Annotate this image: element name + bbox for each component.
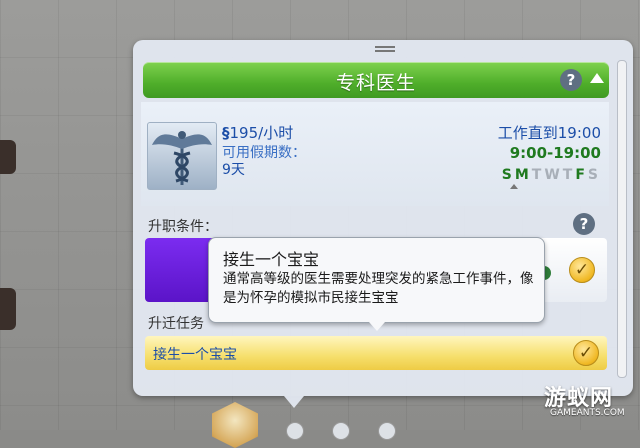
career-title: 专科医生 — [335, 72, 416, 94]
day-6: S — [587, 167, 601, 183]
promotion-tasks-label: 升迁任务 — [148, 316, 204, 332]
day-2: T — [531, 167, 545, 183]
promotion-task-text: 接生一个宝宝 — [153, 347, 237, 363]
work-days: SMTWTFS — [502, 167, 601, 183]
requirements-label: 升职条件： — [148, 219, 218, 235]
day-1: M — [514, 167, 532, 183]
career-header: 专科医生 ? — [143, 62, 609, 98]
drag-handle[interactable] — [375, 46, 395, 52]
tooltip-title: 接生一个宝宝 — [223, 250, 320, 269]
career-info: §195/小时 可用假期数： 9天 工作直到19:00 9:00-19:00 S… — [141, 102, 609, 206]
task-tooltip: 接生一个宝宝 通常高等级的医生需要处理突发的紧急工作事件，像是为怀孕的模拟市民接… — [208, 237, 545, 331]
requirements-help-icon[interactable]: ? — [573, 213, 595, 235]
simoleon-icon: § — [222, 124, 230, 142]
career-panel: 专科医生 ? §195/小时 可用假期数： 9天 工作直到19:00 9:00-… — [133, 40, 633, 408]
hud-button[interactable] — [286, 422, 304, 440]
work-hours: 9:00-19:00 — [509, 144, 601, 162]
salary-amount: 195 — [229, 124, 259, 142]
tooltip-body: 通常高等级的医生需要处理突发的紧急工作事件，像是为怀孕的模拟市民接生宝宝 — [223, 271, 534, 306]
hud-button[interactable] — [332, 422, 350, 440]
sim-figure-left-lower — [0, 288, 16, 330]
tooltip-arrow — [369, 322, 385, 331]
salary: §195/小时 — [222, 122, 293, 143]
promotion-task-row[interactable]: 接生一个宝宝 ✓ — [145, 336, 607, 370]
day-5: F — [575, 167, 588, 183]
panel-pointer — [284, 396, 304, 408]
panel-scrollbar[interactable] — [617, 60, 627, 378]
task-check-icon: ✓ — [573, 340, 599, 366]
sim-figure-left — [0, 140, 16, 174]
day-0: S — [501, 167, 515, 183]
watermark: 游蚁网 GAMEANTS.COM — [544, 380, 634, 424]
work-until: 工作直到19:00 — [497, 124, 601, 142]
hud-button[interactable] — [378, 422, 396, 440]
watermark-url: GAMEANTS.COM — [550, 408, 625, 418]
caduceus-icon — [147, 122, 217, 190]
salary-unit: /小时 — [258, 124, 294, 142]
vacation-value: 9天 — [222, 162, 245, 178]
requirement-check-icon: ✓ — [569, 257, 595, 283]
hud-buttons — [286, 422, 424, 444]
collapse-arrow-icon[interactable] — [590, 73, 604, 83]
day-4: T — [562, 167, 576, 183]
career-help-icon[interactable]: ? — [560, 69, 582, 91]
current-day-marker-icon — [510, 184, 518, 189]
day-3: W — [544, 167, 563, 183]
